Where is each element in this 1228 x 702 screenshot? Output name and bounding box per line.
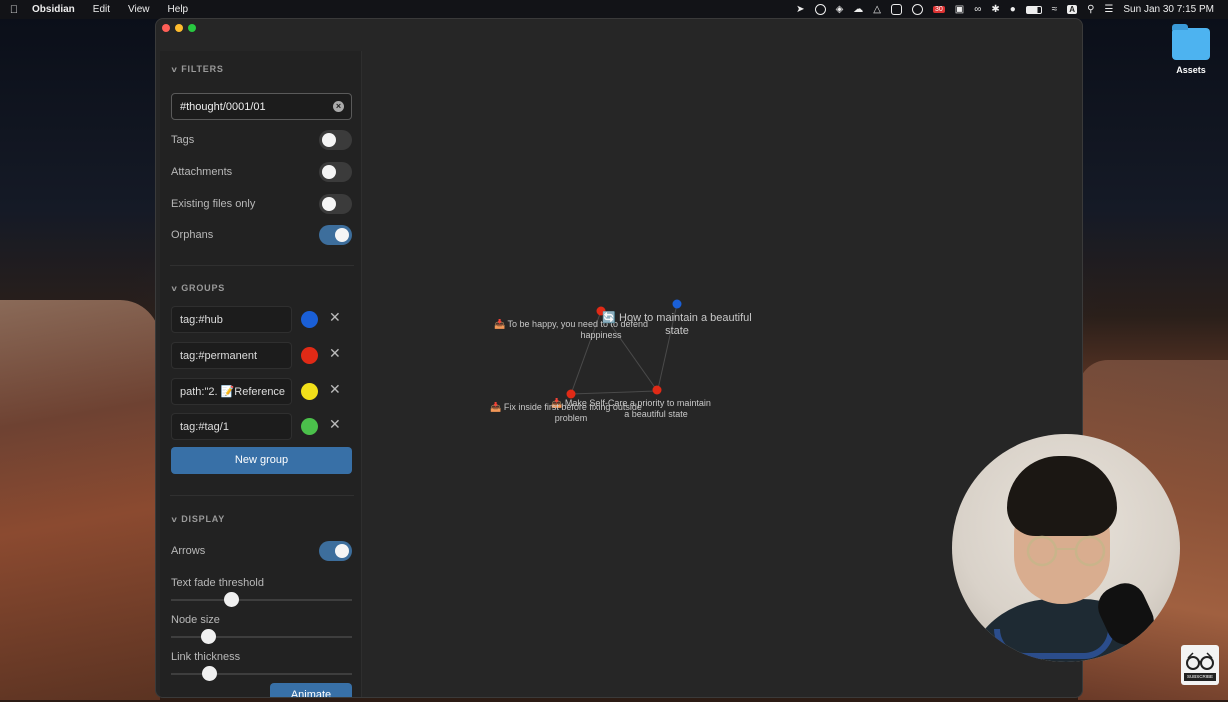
window-controls — [162, 24, 196, 32]
glasses-icon[interactable]: ∞ — [974, 4, 981, 15]
text-fade-threshold-label: Text fade threshold — [171, 577, 264, 589]
wifi-icon[interactable]: ≈ — [1052, 4, 1058, 15]
maximize-window-button[interactable] — [188, 24, 196, 32]
desktop-rock-left — [0, 300, 160, 700]
text-fade-threshold-thumb[interactable] — [224, 592, 239, 607]
groups-section-header[interactable]: v GROUPS — [171, 283, 225, 293]
apple-icon[interactable]:  — [0, 4, 28, 16]
close-window-button[interactable] — [162, 24, 170, 32]
graph-settings-panel: vFILTERS × Tags Attachments Existing fil… — [160, 51, 362, 697]
orphans-label: Orphans — [171, 229, 214, 241]
folder-icon — [1172, 24, 1210, 60]
menubar-clock[interactable]: Sun Jan 30 7:15 PM — [1123, 4, 1214, 15]
bluetooth-icon[interactable]: ✱ — [991, 4, 999, 15]
location-icon[interactable]: ➤ — [796, 4, 804, 15]
graph-node-label: 📥 Fix inside first before fixing outside — [490, 401, 642, 412]
calendar-icon[interactable]: 30 — [932, 6, 945, 13]
chevron-down-icon: v — [171, 65, 178, 74]
chevron-down-icon: v — [171, 515, 178, 524]
desktop-folder-assets[interactable]: Assets — [1168, 24, 1214, 75]
menu-help[interactable]: Help — [159, 4, 198, 15]
wifi-hotspot-icon[interactable]: ◈ — [836, 4, 844, 15]
animate-button[interactable]: Animate — [270, 683, 352, 697]
group-color-picker-4[interactable] — [301, 418, 318, 435]
group-query-input-3[interactable]: path:"2. 📝Reference — [171, 378, 292, 405]
chevron-down-icon: v — [171, 284, 178, 293]
presenter-hair — [1007, 456, 1117, 536]
folder-label: Assets — [1176, 65, 1206, 75]
node-size-label: Node size — [171, 614, 220, 626]
arrows-label: Arrows — [171, 545, 206, 557]
graph-node[interactable] — [566, 389, 576, 399]
existing-files-only-toggle[interactable] — [319, 194, 352, 214]
attachments-toggle[interactable] — [319, 162, 352, 182]
toggle-knob — [335, 228, 349, 242]
remove-group-icon[interactable]: ✕ — [329, 416, 341, 433]
remove-group-icon[interactable]: ✕ — [329, 381, 341, 398]
node-size-thumb[interactable] — [201, 629, 216, 644]
control-center-icon[interactable]: ☰ — [1104, 4, 1113, 15]
text-fade-threshold-slider[interactable] — [171, 599, 352, 601]
group-color-picker-2[interactable] — [301, 347, 318, 364]
graph-node-label: 🔄 How to maintain a beautiful — [602, 311, 751, 324]
glasses-icon — [1026, 535, 1106, 567]
remove-group-icon[interactable]: ✕ — [329, 309, 341, 326]
group-query-input-1[interactable]: tag:#hub — [171, 306, 292, 333]
new-group-button[interactable]: New group — [171, 447, 352, 474]
graph-link — [570, 390, 657, 395]
minimize-window-button[interactable] — [175, 24, 183, 32]
remove-group-icon[interactable]: ✕ — [329, 345, 341, 362]
orphans-toggle[interactable] — [319, 225, 352, 245]
sync-icon[interactable] — [814, 4, 826, 15]
headphones-icon — [994, 629, 1114, 659]
display-section-header[interactable]: v DISPLAY — [171, 514, 225, 524]
webcam-overlay — [952, 434, 1180, 662]
link-thickness-label: Link thickness — [171, 651, 241, 663]
link-thickness-thumb[interactable] — [202, 666, 217, 681]
group-color-picker-3[interactable] — [301, 383, 318, 400]
search-icon[interactable]: ⚲ — [1087, 4, 1094, 15]
group-query-input-4[interactable]: tag:#tag/1 — [171, 413, 292, 440]
clear-filter-icon[interactable]: × — [333, 101, 344, 112]
battery-icon[interactable] — [1025, 5, 1042, 14]
toggle-knob — [335, 544, 349, 558]
node-size-slider[interactable] — [171, 636, 352, 638]
subscribe-badge[interactable]: SUBSCRIBE — [1181, 645, 1219, 685]
app-menu[interactable]: Obsidian — [28, 4, 84, 15]
toggle-knob — [322, 133, 336, 147]
section-divider — [170, 265, 354, 266]
graph-node[interactable] — [652, 385, 662, 395]
glasses-logo-icon — [1186, 652, 1214, 670]
drive-icon[interactable] — [890, 4, 902, 15]
menu-bar:  Obsidian Edit View Help ➤ ◈ ☁ △ 30 ▣ ∞… — [0, 0, 1228, 19]
filter-search-input[interactable] — [171, 93, 352, 120]
cloud-icon[interactable]: ☁ — [853, 4, 863, 15]
section-divider — [170, 495, 354, 496]
group-color-picker-1[interactable] — [301, 311, 318, 328]
menu-edit[interactable]: Edit — [84, 4, 119, 15]
attachments-label: Attachments — [171, 166, 233, 178]
group-query-input-2[interactable]: tag:#permanent — [171, 342, 292, 369]
graph-node-label: happiness — [580, 330, 622, 340]
messages-icon[interactable]: ▣ — [955, 4, 964, 15]
layers-icon[interactable]: △ — [873, 4, 881, 15]
existing-files-only-label: Existing files only — [171, 198, 256, 210]
toggle-knob — [322, 165, 336, 179]
tags-label: Tags — [171, 134, 195, 146]
tags-toggle[interactable] — [319, 130, 352, 150]
menu-view[interactable]: View — [119, 4, 159, 15]
filters-section-header[interactable]: v FILTERS — [171, 64, 224, 74]
input-source-icon[interactable]: A — [1067, 5, 1078, 14]
user-icon[interactable]: ● — [1010, 4, 1016, 15]
toggle-knob — [322, 197, 336, 211]
1password-icon[interactable] — [911, 4, 923, 15]
graph-node[interactable] — [672, 299, 682, 309]
subscribe-label: SUBSCRIBE — [1184, 673, 1216, 681]
arrows-toggle[interactable] — [319, 541, 352, 561]
link-thickness-slider[interactable] — [171, 673, 352, 675]
graph-node-label: state — [665, 325, 689, 337]
status-area: ➤ ◈ ☁ △ 30 ▣ ∞ ✱ ● ≈ A ⚲ ☰ Sun Jan 30 7:… — [796, 4, 1228, 15]
graph-node-label: problem — [555, 413, 588, 423]
obsidian-window: vFILTERS × Tags Attachments Existing fil… — [155, 18, 1083, 698]
